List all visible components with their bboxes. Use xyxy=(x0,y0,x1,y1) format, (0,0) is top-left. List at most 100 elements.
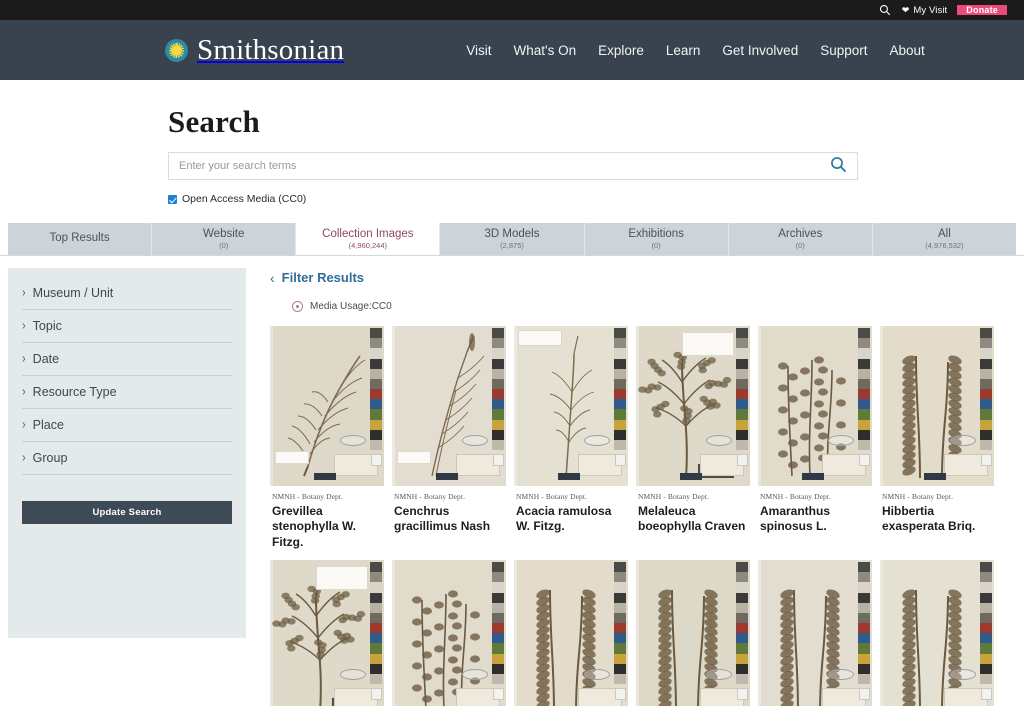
nav-item-visit[interactable]: Visit xyxy=(466,43,491,58)
specimen-stamp xyxy=(584,435,610,446)
result-unit: NMNH - Botany Dept. xyxy=(272,492,344,501)
nav-item-whats-on[interactable]: What's On xyxy=(513,43,576,58)
content-area: › Museum / Unit › Topic › Date › Resourc… xyxy=(0,256,1024,706)
tab-label: Exhibitions xyxy=(628,228,684,241)
specimen-tag xyxy=(981,688,992,701)
result-thumbnail[interactable] xyxy=(270,560,384,706)
chevron-right-icon: › xyxy=(22,285,26,300)
result-card[interactable] xyxy=(636,560,750,706)
nav-item-support[interactable]: Support xyxy=(820,43,867,58)
open-access-filter[interactable]: Open Access Media (CC0) xyxy=(168,193,1024,205)
primary-nav-links: Visit What's On Explore Learn Get Involv… xyxy=(466,43,925,58)
result-card[interactable] xyxy=(880,560,994,706)
result-thumbnail[interactable] xyxy=(514,326,628,486)
filter-chip-media-usage[interactable]: Media Usage:CC0 xyxy=(292,301,392,312)
my-visit-button[interactable]: ❤ My Visit xyxy=(898,5,958,16)
result-title: Acacia ramulosa W. Fitzg. xyxy=(516,504,612,534)
facet-label: Resource Type xyxy=(32,385,117,399)
herbarium-sheet xyxy=(880,326,994,486)
specimen-tag xyxy=(859,454,870,466)
update-search-button[interactable]: Update Search xyxy=(22,501,232,524)
specimen-label xyxy=(397,451,431,464)
specimen-tag xyxy=(737,688,748,701)
specimen-tag xyxy=(493,688,504,701)
search-section: Search Open Access Media (CC0) xyxy=(0,80,1024,205)
result-card[interactable]: NMNH - Botany Dept. Acacia ramulosa W. Fi… xyxy=(514,326,628,551)
result-title: Amaranthus spinosus L. xyxy=(760,504,831,534)
tab-count: (0) xyxy=(651,241,661,251)
specimen-tag xyxy=(859,688,870,701)
specimen-stamp xyxy=(828,435,854,446)
tab-top-results[interactable]: Top Results xyxy=(8,223,153,255)
search-input[interactable] xyxy=(169,153,819,179)
facet-place[interactable]: › Place xyxy=(22,418,232,442)
filter-results-toggle[interactable]: ‹ Filter Results xyxy=(270,270,1016,285)
tab-exhibitions[interactable]: Exhibitions (0) xyxy=(584,223,729,255)
tab-all[interactable]: All (4,976,532) xyxy=(872,223,1016,255)
color-calibration-strip xyxy=(858,328,870,451)
remove-circle-icon[interactable] xyxy=(292,301,303,312)
facet-resource-type[interactable]: › Resource Type xyxy=(22,385,232,409)
tab-3d-models[interactable]: 3D Models (2,875) xyxy=(440,223,585,255)
result-card[interactable]: NMNH - Botany Dept. Amaranthus spinosus L… xyxy=(758,326,872,551)
tab-count: (4,976,532) xyxy=(925,241,964,251)
facet-group[interactable]: › Group xyxy=(22,451,232,475)
herbarium-sheet xyxy=(270,560,384,706)
tab-website[interactable]: Website (0) xyxy=(152,223,297,255)
nav-item-learn[interactable]: Learn xyxy=(666,43,701,58)
specimen-plant xyxy=(880,560,994,706)
facet-topic[interactable]: › Topic xyxy=(22,319,232,343)
nav-item-explore[interactable]: Explore xyxy=(598,43,644,58)
donate-button[interactable]: Donate xyxy=(957,5,1007,15)
facet-date[interactable]: › Date xyxy=(22,352,232,376)
result-unit: NMNH - Botany Dept. xyxy=(394,492,466,501)
result-thumbnail[interactable] xyxy=(392,326,506,486)
specimen-plant xyxy=(514,560,628,706)
result-card[interactable] xyxy=(514,560,628,706)
specimen-label xyxy=(316,566,368,591)
search-submit-button[interactable] xyxy=(819,153,857,179)
specimen-tag xyxy=(615,688,626,701)
result-card[interactable] xyxy=(392,560,506,706)
tab-count: (0) xyxy=(219,241,229,251)
nav-item-get-involved[interactable]: Get Involved xyxy=(722,43,798,58)
specimen-tag xyxy=(493,454,504,466)
chevron-right-icon: › xyxy=(22,450,26,465)
result-card[interactable]: NMNH - Botany Dept. Cenchrus gracillimus … xyxy=(392,326,506,551)
smithsonian-home-link[interactable]: Smithsonian xyxy=(165,33,345,66)
result-thumbnail[interactable] xyxy=(880,326,994,486)
result-caption: NMNH - Botany Dept. Amaranthus spinosus L… xyxy=(758,486,872,535)
result-thumbnail[interactable] xyxy=(636,326,750,486)
specimen-stamp xyxy=(828,669,854,681)
specimen-tag xyxy=(371,454,382,466)
brand-wordmark: Smithsonian xyxy=(197,33,345,66)
specimen-stamp xyxy=(462,669,488,681)
result-card[interactable] xyxy=(758,560,872,706)
result-thumbnail[interactable] xyxy=(392,560,506,706)
filters-sidebar: › Museum / Unit › Topic › Date › Resourc… xyxy=(8,268,246,638)
global-search-button[interactable] xyxy=(872,0,898,20)
herbarium-sheet xyxy=(636,326,750,486)
result-card[interactable]: NMNH - Botany Dept. Hibbertia exasperata … xyxy=(880,326,994,551)
result-card[interactable] xyxy=(270,560,384,706)
result-thumbnail[interactable] xyxy=(270,326,384,486)
result-thumbnail[interactable] xyxy=(514,560,628,706)
tab-label: Archives xyxy=(778,228,823,241)
tab-collection-images[interactable]: Collection Images (4,960,244) xyxy=(296,223,441,255)
tab-archives[interactable]: Archives (0) xyxy=(728,223,873,255)
facet-museum-unit[interactable]: › Museum / Unit xyxy=(22,286,232,310)
specimen-barcode xyxy=(314,473,336,480)
result-title: Melaleuca boeophylla Craven xyxy=(638,504,746,534)
result-thumbnail[interactable] xyxy=(636,560,750,706)
open-access-checkbox[interactable] xyxy=(168,194,177,204)
facet-label: Date xyxy=(32,352,60,366)
result-thumbnail[interactable] xyxy=(880,560,994,706)
utility-bar: ❤ My Visit Donate xyxy=(0,0,1024,20)
color-calibration-strip xyxy=(736,328,748,451)
result-card[interactable]: NMNH - Botany Dept. Melaleuca boeophylla … xyxy=(636,326,750,551)
result-thumbnail[interactable] xyxy=(758,326,872,486)
result-thumbnail[interactable] xyxy=(758,560,872,706)
nav-item-about[interactable]: About xyxy=(890,43,925,58)
result-card[interactable]: NMNH - Botany Dept. Grevillea stenophylla… xyxy=(270,326,384,551)
tab-label: All xyxy=(938,228,951,241)
